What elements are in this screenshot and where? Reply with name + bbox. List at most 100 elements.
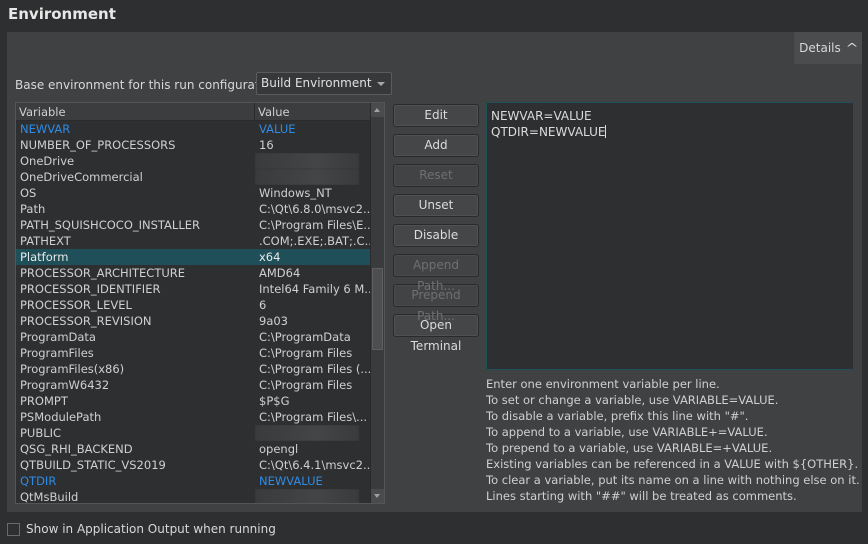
- table-row[interactable]: QTDIR NEWVALUE: [16, 473, 371, 489]
- value-cell: C:\Qt\6.8.0\msvc2...: [259, 202, 371, 216]
- column-header-variable[interactable]: Variable: [16, 103, 255, 120]
- value-cell: 9a03: [259, 314, 288, 328]
- value-cell: C:\Program Files\...: [259, 410, 368, 424]
- add-button[interactable]: Add: [393, 134, 479, 157]
- disable-button[interactable]: Disable: [393, 224, 479, 247]
- reset-button[interactable]: Reset: [393, 164, 479, 187]
- action-buttons: Edit Add Reset Unset Disable Append Path...Pr…: [393, 104, 479, 353]
- value-cell: [255, 169, 371, 185]
- table-row[interactable]: OneDrive: [16, 153, 371, 169]
- table-row[interactable]: Path C:\Qt\6.8.0\msvc2...: [16, 201, 371, 217]
- section-title: Environment: [8, 5, 116, 23]
- help-text: Enter one environment variable per line.…: [486, 376, 860, 504]
- table-row[interactable]: QSG_RHI_BACKEND opengl: [16, 441, 371, 457]
- help-line: To disable a variable, prefix this line …: [486, 409, 749, 423]
- value-cell: C:\Qt\6.4.1\msvc2...: [259, 458, 371, 472]
- value-cell: [255, 153, 371, 169]
- help-line: Lines starting with "##" will be treated…: [486, 489, 797, 503]
- redacted-value: [255, 153, 359, 169]
- variable-cell: ProgramW6432: [20, 378, 110, 392]
- editor-line: QTDIR=NEWVALUE: [491, 125, 607, 139]
- scrollbar-thumb[interactable]: [372, 268, 383, 350]
- value-cell: VALUE: [259, 122, 296, 136]
- append-path-button[interactable]: Append Path...: [393, 254, 479, 293]
- table-row[interactable]: ProgramFiles(x86) C:\Program Files (...: [16, 361, 371, 377]
- variable-cell: QtMsBuild: [20, 490, 79, 504]
- value-cell: C:\Program Files\E...: [259, 218, 371, 232]
- table-row[interactable]: QtMsBuild: [16, 489, 371, 504]
- table-row[interactable]: PUBLIC: [16, 425, 371, 441]
- redacted-value: [255, 169, 359, 185]
- variable-cell: OneDriveCommercial: [20, 170, 143, 184]
- help-line: Existing variables can be referenced in …: [486, 457, 859, 471]
- table-row[interactable]: NEWVAR VALUE: [16, 121, 371, 137]
- table-row[interactable]: PROCESSOR_IDENTIFIER Intel64 Family 6 M..…: [16, 281, 371, 297]
- environment-table[interactable]: Variable Value NEWVAR VALUE NUMBER_OF_PROC…: [15, 102, 385, 504]
- variable-cell: OneDrive: [20, 154, 75, 168]
- table-row[interactable]: Platform x64: [16, 249, 371, 265]
- variable-cell: PSModulePath: [20, 410, 102, 424]
- value-cell: x64: [259, 250, 281, 264]
- variable-cell: PATH_SQUISHCOCO_INSTALLER: [20, 218, 200, 232]
- prepend-path-button[interactable]: Prepend Path...: [393, 284, 479, 323]
- environment-editor[interactable]: NEWVAR=VALUE QTDIR=NEWVALUE: [486, 102, 854, 370]
- variable-cell: PATHEXT: [20, 234, 71, 248]
- column-header-value[interactable]: Value: [255, 103, 371, 120]
- scroll-up-icon[interactable]: [371, 103, 384, 117]
- variable-cell: NEWVAR: [20, 122, 71, 136]
- base-environment-select[interactable]: Build Environment: [256, 72, 392, 95]
- value-cell: C:\Program Files: [259, 378, 353, 392]
- redacted-value: [255, 489, 359, 503]
- redacted-value: [255, 425, 359, 441]
- variable-cell: QTDIR: [20, 474, 57, 488]
- table-row[interactable]: OS Windows_NT: [16, 185, 371, 201]
- table-row[interactable]: ProgramW6432 C:\Program Files: [16, 377, 371, 393]
- table-row[interactable]: PATHEXT .COM;.EXE;.BAT;.C...: [16, 233, 371, 249]
- value-cell: $P$G: [259, 394, 290, 408]
- table-header: Variable Value: [16, 103, 371, 121]
- base-environment-value: Build Environment: [261, 76, 372, 90]
- table-row[interactable]: PROMPT $P$G: [16, 393, 371, 409]
- variable-cell: ProgramData: [20, 330, 96, 344]
- variable-cell: QTBUILD_STATIC_VS2019: [20, 458, 166, 472]
- scroll-down-icon[interactable]: [371, 489, 384, 503]
- value-cell: [255, 425, 371, 441]
- chevron-up-icon: ^: [845, 41, 859, 55]
- table-row[interactable]: ProgramData C:\ProgramData: [16, 329, 371, 345]
- edit-button[interactable]: Edit: [393, 104, 479, 127]
- open-terminal-button[interactable]: Open Terminal: [393, 314, 479, 353]
- variable-cell: ProgramFiles(x86): [20, 362, 125, 376]
- table-row[interactable]: PROCESSOR_ARCHITECTURE AMD64: [16, 265, 371, 281]
- value-cell: opengl: [259, 442, 299, 456]
- variable-cell: PROMPT: [20, 394, 68, 408]
- details-button[interactable]: Details ^: [794, 32, 862, 64]
- base-environment-label: Base environment for this run configurat…: [15, 78, 282, 92]
- value-cell: Windows_NT: [259, 186, 332, 200]
- value-cell: NEWVALUE: [259, 474, 323, 488]
- table-row[interactable]: ProgramFiles C:\Program Files: [16, 345, 371, 361]
- value-cell: .COM;.EXE;.BAT;.C...: [259, 234, 371, 248]
- unset-button[interactable]: Unset: [393, 194, 479, 217]
- show-in-output-checkbox[interactable]: Show in Application Output when running: [7, 522, 276, 536]
- value-cell: C:\Program Files (...: [259, 362, 371, 376]
- variable-cell: NUMBER_OF_PROCESSORS: [20, 138, 176, 152]
- value-cell: AMD64: [259, 266, 301, 280]
- table-row[interactable]: PROCESSOR_LEVEL 6: [16, 297, 371, 313]
- environment-panel: Details ^ Base environment for this run …: [7, 32, 862, 512]
- table-row[interactable]: OneDriveCommercial: [16, 169, 371, 185]
- table-row[interactable]: NUMBER_OF_PROCESSORS 16: [16, 137, 371, 153]
- text-caret: [605, 125, 607, 138]
- variable-cell: PROCESSOR_REVISION: [20, 314, 152, 328]
- table-row[interactable]: PATH_SQUISHCOCO_INSTALLER C:\Program File…: [16, 217, 371, 233]
- help-line: Enter one environment variable per line.: [486, 377, 720, 391]
- table-row[interactable]: PROCESSOR_REVISION 9a03: [16, 313, 371, 329]
- checkbox-box[interactable]: [7, 522, 20, 536]
- table-rows: NEWVAR VALUE NUMBER_OF_PROCESSORS 16 OneDriv…: [16, 121, 371, 504]
- table-row[interactable]: PSModulePath C:\Program Files\...: [16, 409, 371, 425]
- details-label: Details: [799, 41, 841, 55]
- table-row[interactable]: QTBUILD_STATIC_VS2019 C:\Qt\6.4.1\msvc2..…: [16, 457, 371, 473]
- value-cell: [255, 489, 371, 503]
- variable-cell: PROCESSOR_ARCHITECTURE: [20, 266, 186, 280]
- vertical-scrollbar[interactable]: [370, 103, 384, 503]
- help-line: To set or change a variable, use VARIABL…: [486, 393, 779, 407]
